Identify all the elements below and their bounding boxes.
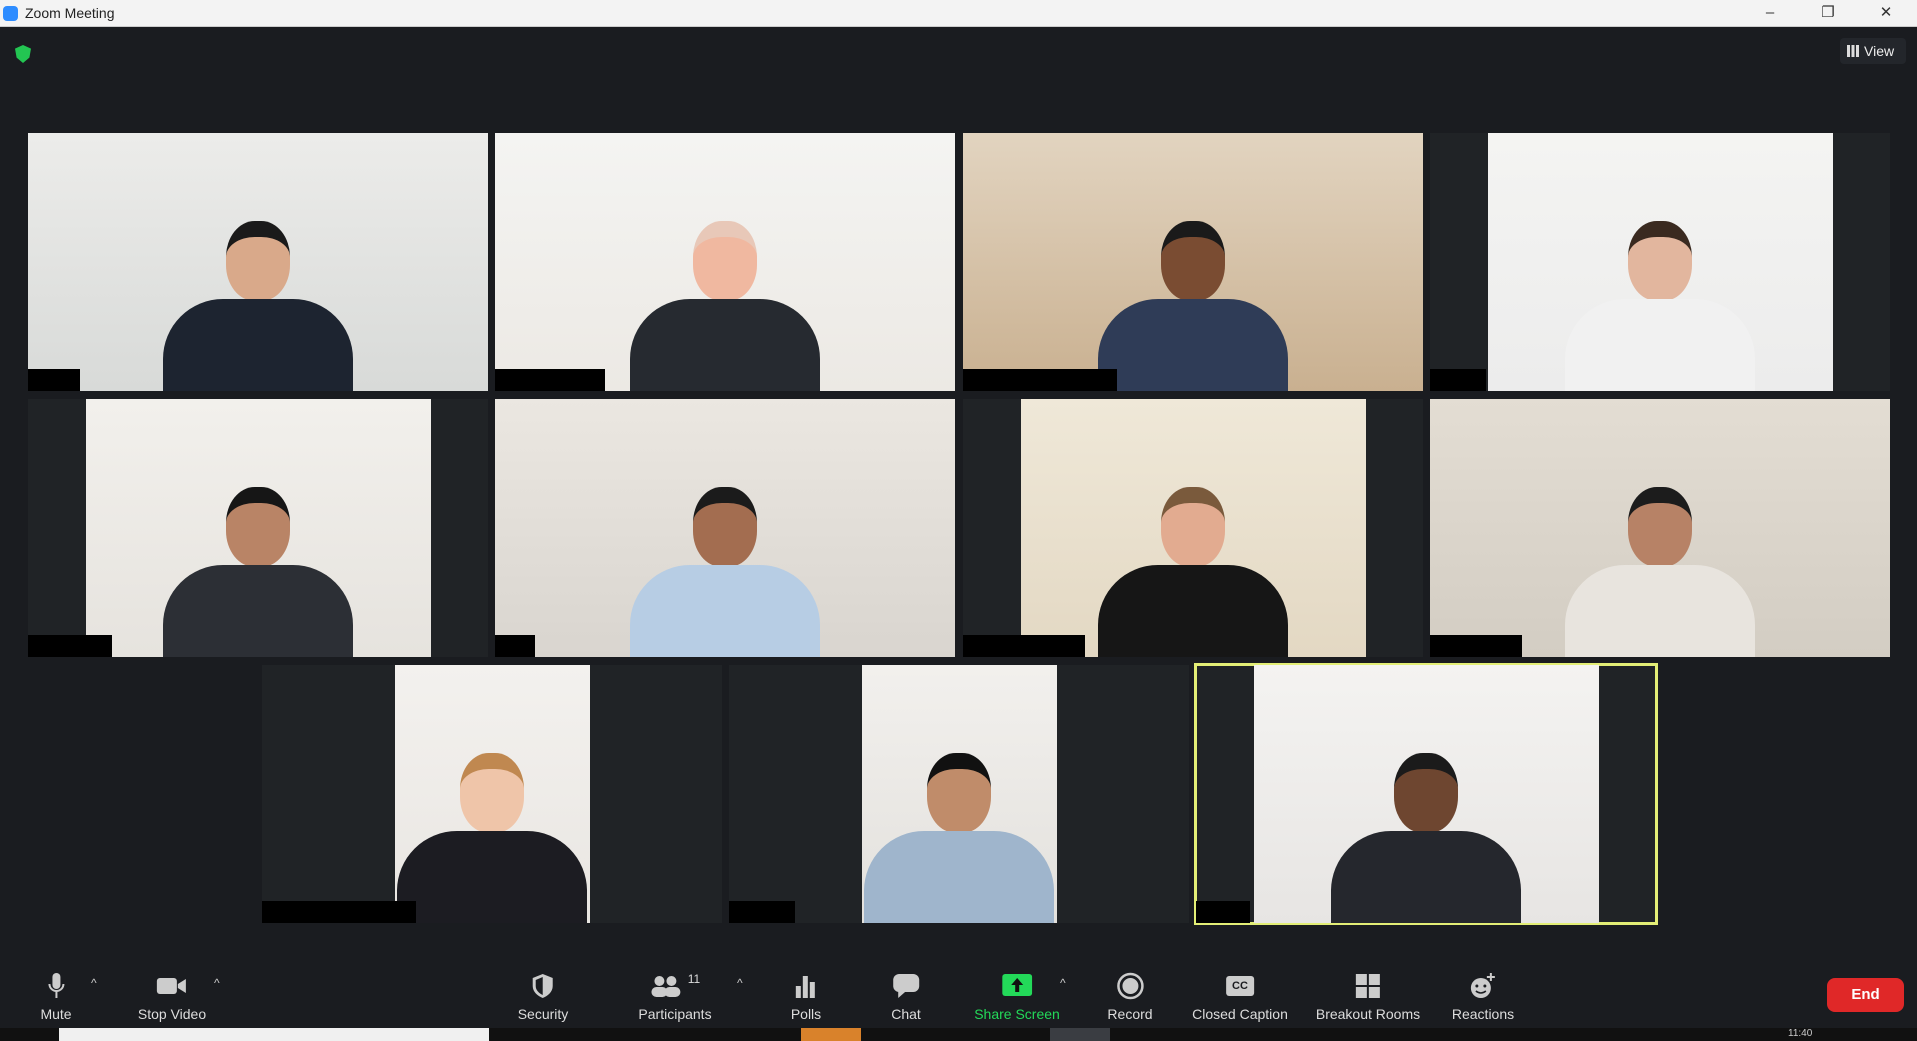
participant-name-label [28, 635, 112, 657]
breakout-rooms-button[interactable]: Breakout Rooms [1316, 972, 1420, 1022]
participant-figure [397, 753, 587, 923]
participant-name-label [1430, 635, 1522, 657]
audio-options-chevron-icon[interactable]: ^ [91, 976, 97, 990]
video-tile[interactable] [28, 133, 488, 391]
polls-label: Polls [790, 1006, 822, 1022]
video-tile[interactable] [1430, 133, 1890, 391]
stop-video-label: Stop Video [137, 1006, 207, 1022]
closed-caption-icon: CC [1192, 972, 1288, 1000]
participant-figure [1098, 221, 1288, 391]
participant-figure [1098, 487, 1288, 657]
title-bar: Zoom Meeting – ❐ ✕ [0, 0, 1917, 27]
grid-icon [1847, 45, 1859, 57]
view-button[interactable]: View [1840, 38, 1906, 64]
video-tile[interactable] [729, 665, 1189, 923]
participant-video [495, 133, 955, 391]
participant-count: 11 [687, 972, 701, 986]
end-meeting-button[interactable]: End [1827, 978, 1904, 1012]
participant-name-label [1430, 369, 1486, 391]
reactions-label: Reactions [1451, 1006, 1515, 1022]
reactions-button[interactable]: Reactions [1452, 972, 1514, 1022]
chat-bubble-icon [891, 972, 921, 1000]
participant-video [28, 133, 488, 391]
participant-name-label [963, 635, 1085, 657]
breakout-rooms-label: Breakout Rooms [1315, 1006, 1421, 1022]
security-label: Security [517, 1006, 569, 1022]
record-label: Record [1107, 1006, 1153, 1022]
zoom-logo-icon [3, 6, 18, 21]
participant-figure [163, 487, 353, 657]
view-label: View [1864, 43, 1895, 59]
taskbar-clock: 11:40 [1788, 1028, 1813, 1039]
security-button[interactable]: Security [517, 972, 569, 1022]
participant-video [1020, 399, 1366, 657]
close-button[interactable]: ✕ [1866, 2, 1906, 24]
windows-taskbar: 11:40 [0, 1028, 1917, 1041]
shield-icon [518, 972, 569, 1000]
participant-figure [630, 221, 820, 391]
video-tile[interactable] [495, 133, 955, 391]
participant-video [394, 665, 590, 923]
maximize-button[interactable]: ❐ [1808, 2, 1848, 24]
participant-name-label [262, 901, 416, 923]
participant-name-label [729, 901, 795, 923]
participant-video [1487, 133, 1833, 391]
video-tile[interactable] [262, 665, 722, 923]
video-tile[interactable] [28, 399, 488, 657]
video-options-chevron-icon[interactable]: ^ [214, 976, 220, 990]
participant-name-label [28, 369, 80, 391]
mute-label: Mute [40, 1006, 72, 1022]
participant-figure [864, 753, 1054, 923]
participants-icon: 11 [638, 972, 711, 1000]
polls-button[interactable]: Polls [791, 972, 821, 1022]
participants-label: Participants [638, 1006, 712, 1022]
participant-figure [1565, 221, 1755, 391]
record-button[interactable]: Record [1107, 972, 1153, 1022]
share-screen-icon [974, 972, 1060, 1000]
minimize-button[interactable]: – [1750, 2, 1790, 24]
breakout-rooms-icon [1316, 972, 1420, 1000]
share-options-chevron-icon[interactable]: ^ [1060, 976, 1066, 990]
video-tile[interactable] [963, 399, 1423, 657]
participant-video [1253, 665, 1599, 923]
participant-name-label [495, 369, 605, 391]
cc-icon-text: CC [1226, 976, 1254, 996]
video-tile-active-speaker[interactable] [1194, 663, 1658, 925]
mute-button[interactable]: Mute [40, 972, 72, 1022]
closed-caption-label: Closed Caption [1192, 1006, 1288, 1022]
participants-button[interactable]: 11 Participants [638, 972, 711, 1022]
participants-options-chevron-icon[interactable]: ^ [737, 976, 743, 990]
bar-chart-icon [791, 972, 821, 1000]
video-tile[interactable] [495, 399, 955, 657]
video-camera-icon [138, 972, 206, 1000]
participant-name-label [1196, 901, 1250, 923]
participant-figure [163, 221, 353, 391]
video-tile[interactable] [1430, 399, 1890, 657]
participant-video [85, 399, 431, 657]
participant-video [861, 665, 1057, 923]
taskbar-app-icon[interactable] [801, 1028, 861, 1041]
stop-video-button[interactable]: Stop Video [138, 972, 206, 1022]
participant-video [495, 399, 955, 657]
video-tile[interactable] [963, 133, 1423, 391]
taskbar-search-box[interactable] [59, 1028, 489, 1041]
participant-name-label [963, 369, 1117, 391]
participant-figure [1565, 487, 1755, 657]
chat-label: Chat [891, 1006, 921, 1022]
participant-figure [1331, 753, 1521, 923]
participant-video [1430, 399, 1890, 657]
taskbar-app-icon[interactable] [1050, 1028, 1110, 1041]
record-icon [1107, 972, 1152, 1000]
meeting-toolbar: Mute ^ Stop Video ^ Security 11 Particip… [0, 954, 1917, 1028]
closed-caption-button[interactable]: CC Closed Caption [1192, 972, 1288, 1022]
smiley-plus-icon [1452, 972, 1514, 1000]
share-screen-button[interactable]: Share Screen [974, 972, 1060, 1022]
participant-video [963, 133, 1423, 391]
microphone-icon [40, 972, 71, 1000]
chat-button[interactable]: Chat [891, 972, 921, 1022]
share-screen-label: Share Screen [974, 1006, 1060, 1022]
participant-name-label [495, 635, 535, 657]
window-title: Zoom Meeting [25, 5, 115, 21]
participant-figure [630, 487, 820, 657]
